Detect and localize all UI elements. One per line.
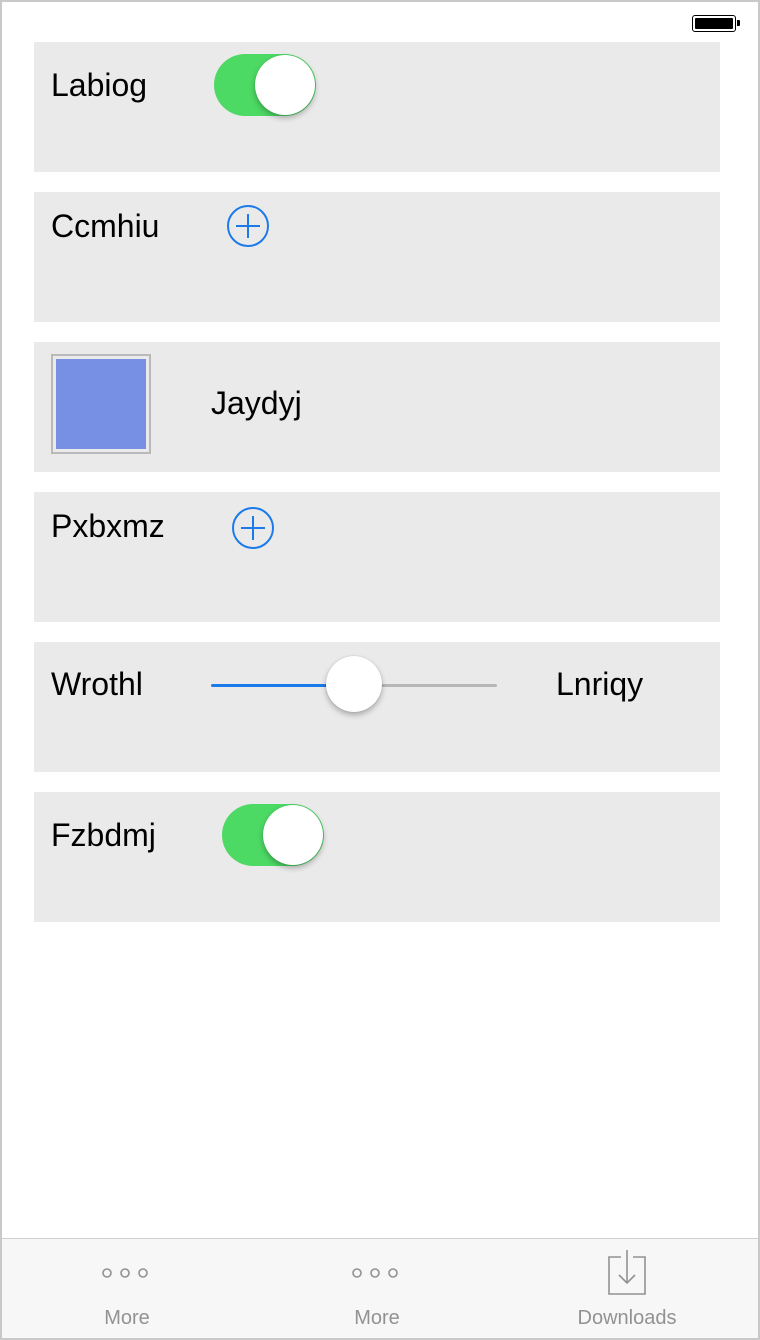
slider-thumb[interactable] xyxy=(326,656,382,712)
pxbxmz-add-button[interactable] xyxy=(231,506,275,550)
row-pxbxmz: Pxbxmz xyxy=(34,492,720,622)
labiog-toggle[interactable] xyxy=(214,54,316,116)
more-icon xyxy=(102,1268,148,1278)
row-labiog: Labiog xyxy=(34,42,720,172)
downloads-icon xyxy=(608,1250,646,1295)
tab-bar: More More Downloads xyxy=(2,1238,758,1338)
row-ccmhiu: Ccmhiu xyxy=(34,192,720,322)
fzbdmj-toggle[interactable] xyxy=(222,804,324,866)
row-label: Ccmhiu xyxy=(51,208,160,244)
color-swatch-fill xyxy=(56,359,146,449)
wrothl-slider[interactable] xyxy=(211,656,497,714)
plus-circle-icon xyxy=(232,507,274,549)
row-wrothl: Wrothl Lnriqy xyxy=(34,642,720,772)
tab-label: More xyxy=(354,1307,400,1329)
toggle-knob xyxy=(255,55,315,115)
row-label: Wrothl xyxy=(51,666,143,702)
row-label: Jaydyj xyxy=(211,385,302,421)
row-fzbdmj: Fzbdmj xyxy=(34,792,720,922)
toggle-knob xyxy=(263,805,323,865)
tab-label: Downloads xyxy=(577,1307,677,1329)
row-jaydyj: Jaydyj xyxy=(34,342,720,472)
row-label: Labiog xyxy=(51,67,148,103)
slider-value-label: Lnriqy xyxy=(556,666,644,702)
color-swatch[interactable] xyxy=(51,354,151,454)
more-icon xyxy=(352,1268,398,1278)
battery-icon xyxy=(692,15,740,32)
tab-more-1[interactable]: More xyxy=(2,1239,252,1338)
app-window: Labiog Ccmhiu Jaydyj Pxbxmz Wrothl Lnriq… xyxy=(0,0,760,1340)
row-label: Fzbdmj xyxy=(51,817,156,853)
plus-circle-icon xyxy=(227,205,269,247)
row-label: Pxbxmz xyxy=(51,508,165,544)
ccmhiu-add-button[interactable] xyxy=(226,204,270,248)
tab-more-2[interactable]: More xyxy=(252,1239,502,1338)
tab-downloads[interactable]: Downloads xyxy=(502,1239,752,1338)
tab-label: More xyxy=(104,1307,150,1329)
